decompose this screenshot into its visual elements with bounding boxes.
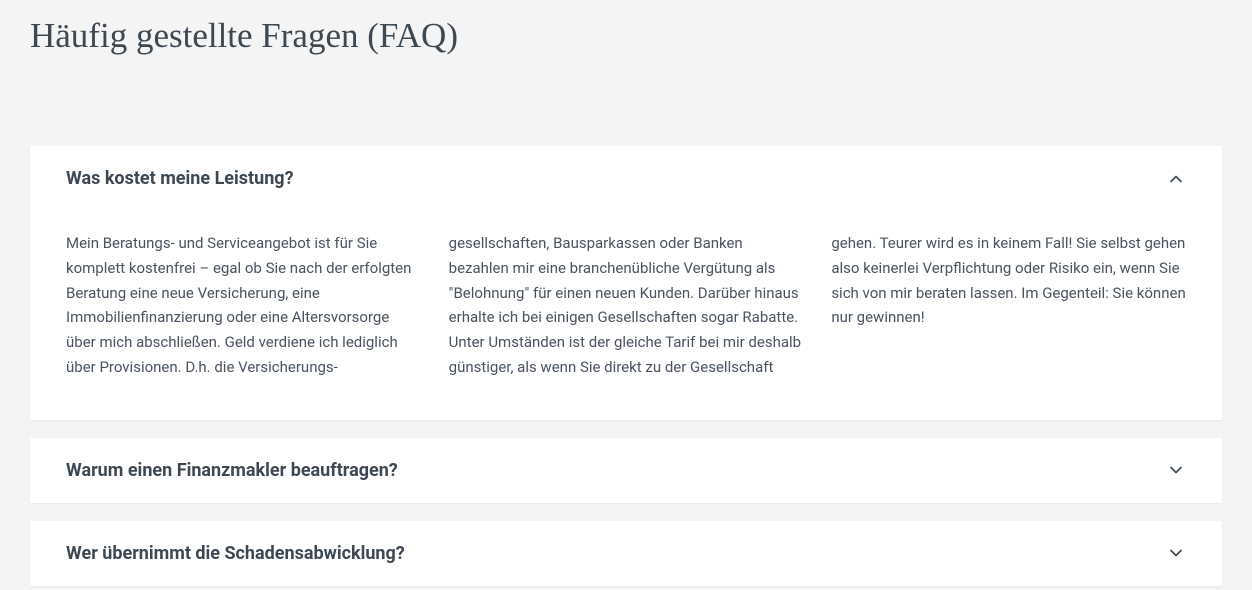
faq-item: Was kostet meine Leistung? Mein Beratung… (30, 146, 1222, 420)
faq-item: Warum einen Finanzmakler beauftragen? (30, 438, 1222, 503)
faq-item-title: Wer übernimmt die Schadensabwicklung? (66, 543, 405, 564)
faq-item-title: Was kostet meine Leistung? (66, 168, 294, 189)
faq-item: Wer übernimmt die Schadensabwicklung? (30, 521, 1222, 586)
chevron-down-icon (1166, 543, 1186, 563)
faq-item-title: Warum einen Finanzmakler beauftragen? (66, 460, 398, 481)
chevron-down-icon (1166, 460, 1186, 480)
faq-accordion: Was kostet meine Leistung? Mein Beratung… (30, 146, 1222, 586)
chevron-up-icon (1166, 169, 1186, 189)
faq-item-content: Mein Beratungs- und Serviceangebot ist f… (30, 211, 1222, 420)
faq-item-header[interactable]: Was kostet meine Leistung? (30, 146, 1222, 211)
faq-item-header[interactable]: Wer übernimmt die Schadensabwicklung? (30, 521, 1222, 586)
faq-item-header[interactable]: Warum einen Finanzmakler beauftragen? (30, 438, 1222, 503)
faq-item-content-text: Mein Beratungs- und Serviceangebot ist f… (66, 231, 1186, 380)
page-title: Häufig gestellte Fragen (FAQ) (30, 16, 1222, 56)
